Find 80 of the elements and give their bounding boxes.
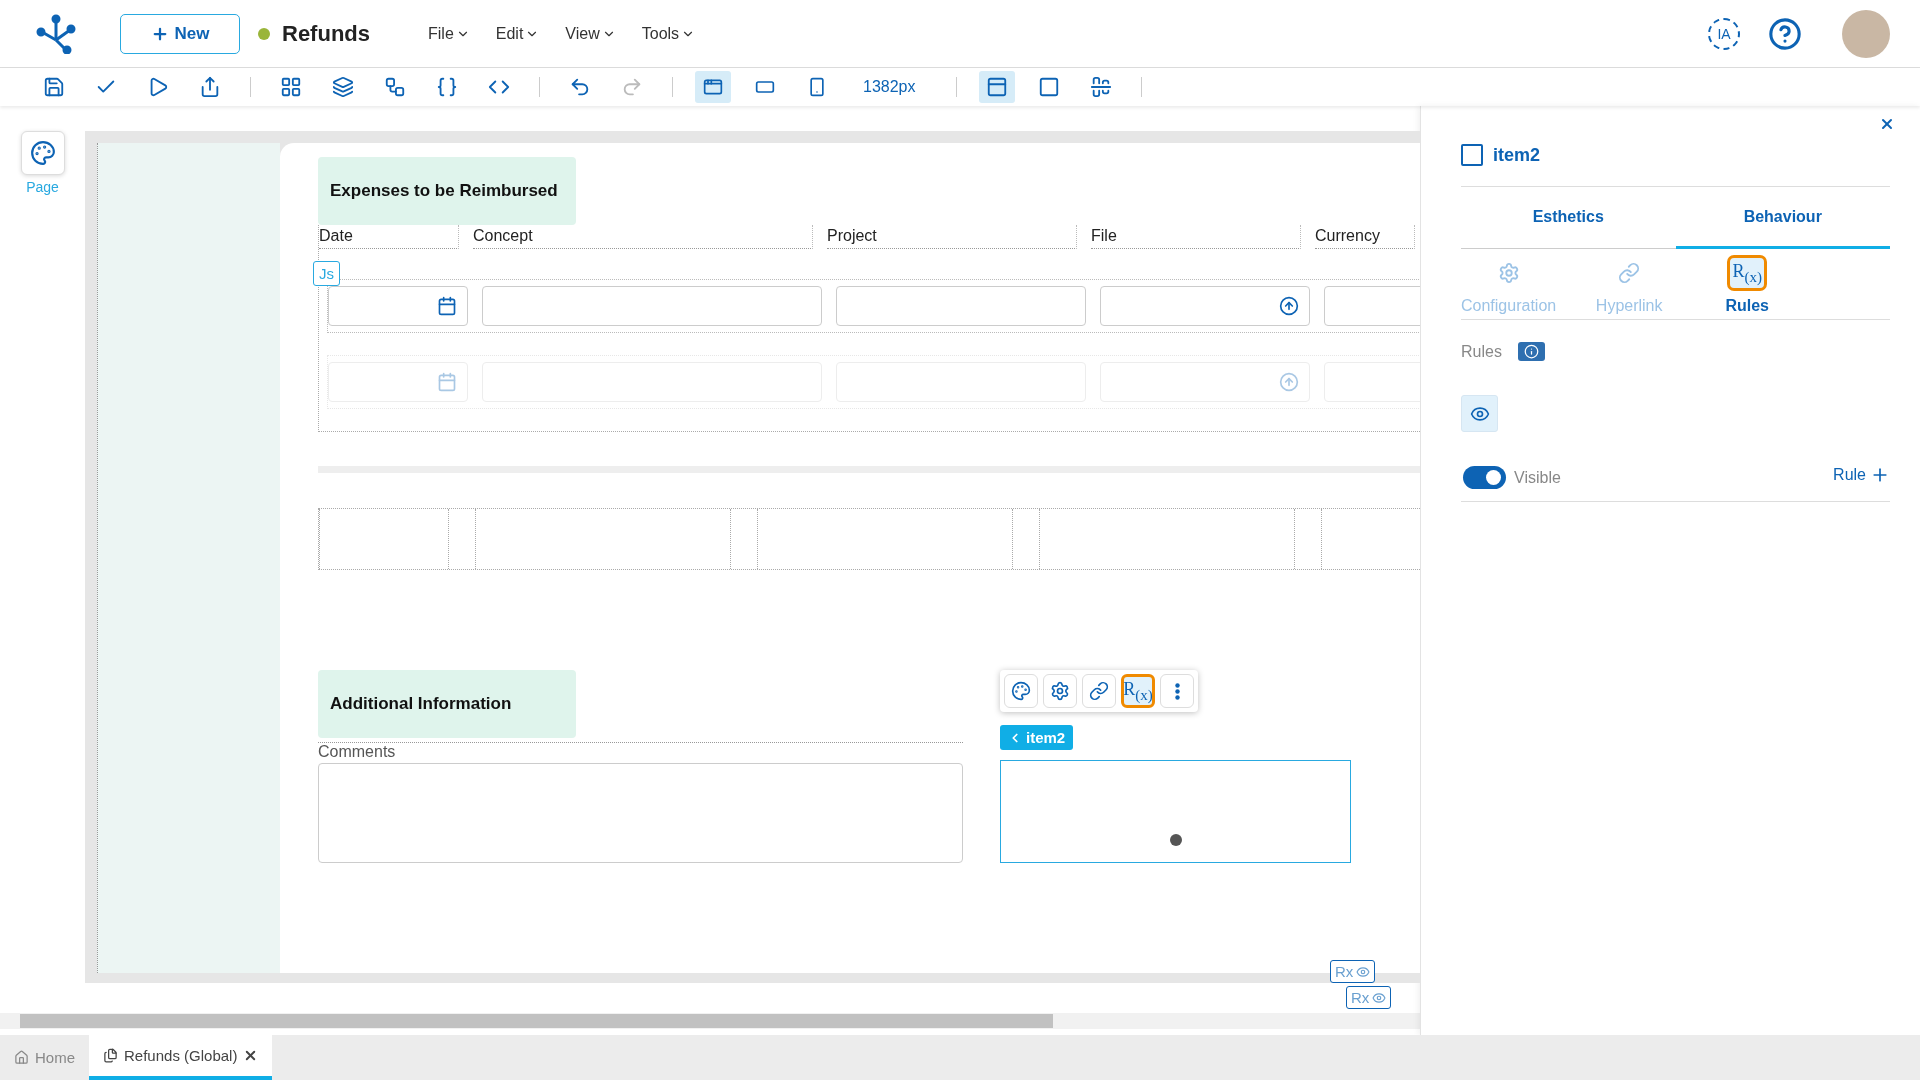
desktop-view-icon bbox=[703, 77, 723, 97]
column-header: Project bbox=[827, 225, 1077, 249]
palette-icon bbox=[1011, 681, 1031, 701]
status-dot bbox=[258, 27, 270, 40]
menu-item[interactable]: View bbox=[565, 24, 616, 43]
visible-toggle[interactable] bbox=[1463, 466, 1506, 489]
help-icon[interactable] bbox=[1768, 16, 1802, 51]
export-icon bbox=[199, 76, 221, 98]
upload-icon bbox=[1279, 296, 1299, 316]
flow-icon bbox=[384, 76, 406, 98]
eye-icon bbox=[1356, 964, 1371, 979]
file-field[interactable] bbox=[1100, 286, 1310, 326]
new-button[interactable]: New bbox=[120, 13, 240, 54]
info-icon bbox=[1523, 344, 1539, 359]
date-field[interactable] bbox=[328, 286, 468, 326]
document-icon bbox=[103, 1048, 118, 1063]
layers-icon bbox=[332, 76, 354, 98]
palette-button[interactable] bbox=[20, 131, 65, 175]
calendar-icon bbox=[437, 296, 457, 316]
more-button[interactable] bbox=[1160, 674, 1194, 708]
braces-icon bbox=[436, 76, 458, 98]
save-icon bbox=[43, 76, 65, 98]
eye-icon bbox=[1372, 990, 1387, 1005]
close-button[interactable] bbox=[1879, 116, 1895, 132]
rules-label: Rules bbox=[1461, 342, 1502, 361]
close-icon bbox=[1879, 116, 1895, 132]
menu-item[interactable]: Tools bbox=[641, 24, 696, 43]
comments-field[interactable] bbox=[318, 763, 963, 863]
home-icon bbox=[14, 1050, 29, 1065]
logo-icon bbox=[36, 13, 76, 54]
scrollbar-thumb[interactable] bbox=[20, 1014, 1053, 1028]
menu-item[interactable]: Edit bbox=[495, 24, 540, 43]
settings-icon bbox=[1050, 681, 1070, 701]
link-icon bbox=[1089, 681, 1109, 701]
redo-icon bbox=[621, 76, 643, 98]
palette-button[interactable] bbox=[1004, 674, 1038, 708]
panel-tab[interactable]: Behaviour bbox=[1675, 187, 1890, 249]
upload-icon bbox=[1279, 372, 1299, 392]
link-button[interactable] bbox=[1082, 674, 1116, 708]
document-title: Refunds bbox=[282, 20, 370, 47]
column-header: File bbox=[1091, 225, 1301, 249]
link-icon bbox=[1618, 262, 1641, 284]
input-field[interactable] bbox=[482, 286, 822, 326]
ia-button[interactable]: IA bbox=[1708, 17, 1740, 50]
menu-item[interactable]: File bbox=[428, 24, 470, 43]
more-icon bbox=[1174, 682, 1180, 700]
column-header: Concept bbox=[473, 225, 813, 249]
mobile-view-icon bbox=[807, 77, 827, 97]
layout-button[interactable] bbox=[978, 71, 1015, 103]
undo-icon bbox=[569, 76, 591, 98]
width-value: 1382px bbox=[863, 78, 916, 96]
field-label: Comments bbox=[318, 742, 963, 761]
frame-icon bbox=[1037, 76, 1060, 98]
panel-tab[interactable]: Esthetics bbox=[1461, 187, 1676, 249]
input-field[interactable] bbox=[836, 286, 1086, 326]
add-rule-button[interactable]: Rule bbox=[1833, 464, 1890, 485]
subtab[interactable]: R$_{(x)}$ Rules bbox=[1702, 255, 1793, 315]
column-header: Currency bbox=[1315, 225, 1415, 249]
section-title: Expenses to be Reimbursed bbox=[318, 157, 576, 225]
bottom-tab[interactable]: Home bbox=[0, 1035, 89, 1080]
column-header: Date bbox=[319, 225, 459, 249]
bottom-tab[interactable]: Refunds (Global) bbox=[89, 1035, 273, 1080]
visibility-button[interactable] bbox=[1461, 395, 1498, 432]
input-field[interactable] bbox=[1324, 286, 1420, 326]
item-icon bbox=[1461, 144, 1483, 166]
layout-icon bbox=[985, 76, 1008, 98]
calendar-icon bbox=[437, 372, 457, 392]
resize-handle[interactable] bbox=[1169, 834, 1182, 846]
info-button[interactable] bbox=[1517, 342, 1545, 361]
align-icon bbox=[1089, 76, 1112, 98]
gear-icon bbox=[1497, 262, 1520, 284]
palette-icon bbox=[29, 140, 56, 166]
rules-button[interactable]: R$_{(x)}$ bbox=[1121, 674, 1155, 708]
panel-title: item2 bbox=[1493, 144, 1541, 166]
page-label: Page bbox=[26, 179, 59, 195]
section-title: Additional Information bbox=[318, 670, 576, 738]
desktop-view-button[interactable] bbox=[695, 71, 731, 103]
settings-button[interactable] bbox=[1043, 674, 1077, 708]
grid-icon bbox=[280, 76, 302, 98]
rule-label: Visible bbox=[1514, 468, 1561, 487]
